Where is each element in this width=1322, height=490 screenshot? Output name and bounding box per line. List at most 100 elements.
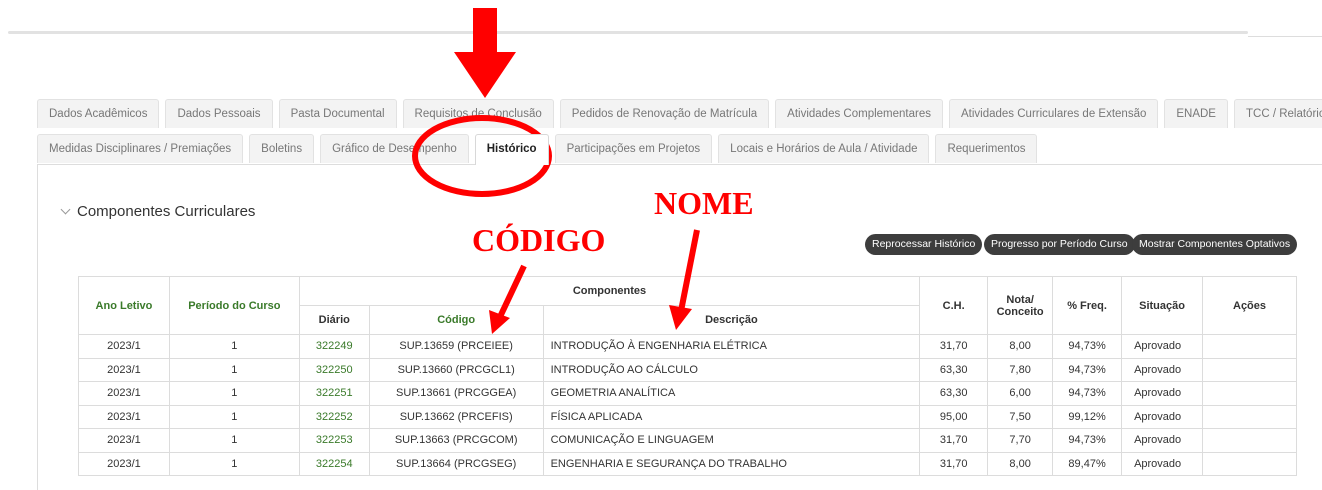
col-acoes: Ações <box>1202 276 1297 335</box>
tab-participacoes-projetos[interactable]: Participações em Projetos <box>554 134 713 163</box>
table-row: 2023/1 1 322250 SUP.13660 (PRCGCL1) INTR… <box>78 357 1297 382</box>
tab-dados-academicos[interactable]: Dados Acadêmicos <box>37 99 160 128</box>
col-periodo-curso[interactable]: Período do Curso <box>168 276 300 335</box>
cell-codigo: SUP.13662 (PRCEFIS) <box>368 404 544 429</box>
nome-annotation: NOME <box>654 185 754 221</box>
cell-freq: 94,73% <box>1052 381 1123 406</box>
cell-ch: 31,70 <box>919 451 989 476</box>
tab-pedidos-renovacao[interactable]: Pedidos de Renovação de Matrícula <box>559 99 770 128</box>
col-nota: Nota/ Conceito <box>987 276 1054 335</box>
tabs-row-2: Medidas Disciplinares / Premiações Bolet… <box>37 134 1038 165</box>
reprocess-history-button[interactable]: Reprocessar Histórico <box>865 234 983 255</box>
codigo-annotation: CÓDIGO <box>472 222 606 258</box>
tab-pasta-documental[interactable]: Pasta Documental <box>278 99 397 128</box>
cell-nota: 6,00 <box>987 381 1054 406</box>
cell-nota: 8,00 <box>987 451 1054 476</box>
cell-diario-link[interactable]: 322251 <box>298 381 370 406</box>
tab-locais-horarios[interactable]: Locais e Horários de Aula / Atividade <box>718 134 930 163</box>
cell-periodo: 1 <box>168 428 300 453</box>
cell-nota: 7,50 <box>987 404 1054 429</box>
tab-atividades-extensao[interactable]: Atividades Curriculares de Extensão <box>948 99 1159 128</box>
cell-codigo: SUP.13659 (PRCEIEE) <box>368 334 544 359</box>
cell-ch: 63,30 <box>919 357 989 382</box>
section-title: Componentes Curriculares <box>77 203 256 220</box>
cell-ano: 2023/1 <box>78 334 170 359</box>
cell-acoes <box>1202 381 1297 406</box>
cell-ch: 31,70 <box>919 428 989 453</box>
cell-descricao: GEOMETRIA ANALÍTICA <box>542 381 921 406</box>
cell-acoes <box>1202 404 1297 429</box>
cell-periodo: 1 <box>168 381 300 406</box>
cell-situacao: Aprovado <box>1121 381 1204 406</box>
cell-nota: 8,00 <box>987 334 1054 359</box>
cell-diario-link[interactable]: 322253 <box>298 428 370 453</box>
cell-acoes <box>1202 357 1297 382</box>
top-divider-right <box>1248 36 1322 37</box>
cell-descricao: INTRODUÇÃO AO CÁLCULO <box>542 357 921 382</box>
cell-descricao: ENGENHARIA E SEGURANÇA DO TRABALHO <box>542 451 921 476</box>
tab-medidas-disciplinares[interactable]: Medidas Disciplinares / Premiações <box>37 134 244 163</box>
cell-ano: 2023/1 <box>78 404 170 429</box>
cell-ano: 2023/1 <box>78 428 170 453</box>
tab-boletins[interactable]: Boletins <box>249 134 315 163</box>
cell-codigo: SUP.13661 (PRCGGEA) <box>368 381 544 406</box>
table-row: 2023/1 1 322253 SUP.13663 (PRCGCOM) COMU… <box>78 428 1297 453</box>
progress-by-period-button[interactable]: Progresso por Período Curso <box>984 234 1135 255</box>
cell-ano: 2023/1 <box>78 381 170 406</box>
col-situacao: Situação <box>1121 276 1204 335</box>
col-ch: C.H. <box>919 276 989 335</box>
tab-historico[interactable]: Histórico <box>474 134 549 165</box>
cell-situacao: Aprovado <box>1121 451 1204 476</box>
cell-periodo: 1 <box>168 334 300 359</box>
col-descricao: Descrição <box>542 305 921 335</box>
cell-codigo: SUP.13664 (PRCGSEG) <box>368 451 544 476</box>
table-row: 2023/1 1 322249 SUP.13659 (PRCEIEE) INTR… <box>78 334 1297 359</box>
history-table: Ano Letivo Período do Curso Componentes … <box>78 276 1297 476</box>
cell-periodo: 1 <box>168 357 300 382</box>
col-group-componentes: Componentes <box>298 276 921 306</box>
cell-ch: 31,70 <box>919 334 989 359</box>
cell-situacao: Aprovado <box>1121 334 1204 359</box>
cell-situacao: Aprovado <box>1121 428 1204 453</box>
cell-descricao: INTRODUÇÃO À ENGENHARIA ELÉTRICA <box>542 334 921 359</box>
col-diario: Diário <box>298 305 370 335</box>
show-optional-components-button[interactable]: Mostrar Componentes Optativos <box>1132 234 1298 255</box>
cell-codigo: SUP.13663 (PRCGCOM) <box>368 428 544 453</box>
down-arrow-icon <box>454 8 516 98</box>
tab-tcc-relatorios[interactable]: TCC / Relatórios <box>1233 99 1322 128</box>
cell-diario-link[interactable]: 322254 <box>298 451 370 476</box>
top-divider <box>8 31 1248 34</box>
cell-diario-link[interactable]: 322252 <box>298 404 370 429</box>
tab-requerimentos[interactable]: Requerimentos <box>935 134 1038 163</box>
col-codigo[interactable]: Código <box>368 305 544 335</box>
tab-enade[interactable]: ENADE <box>1164 99 1228 128</box>
cell-ano: 2023/1 <box>78 451 170 476</box>
cell-situacao: Aprovado <box>1121 404 1204 429</box>
cell-freq: 94,73% <box>1052 357 1123 382</box>
cell-acoes <box>1202 334 1297 359</box>
cell-codigo: SUP.13660 (PRCGCL1) <box>368 357 544 382</box>
cell-freq: 89,47% <box>1052 451 1123 476</box>
section-header[interactable]: Componentes Curriculares <box>60 203 256 220</box>
col-freq: % Freq. <box>1052 276 1123 335</box>
cell-diario-link[interactable]: 322250 <box>298 357 370 382</box>
cell-diario-link[interactable]: 322249 <box>298 334 370 359</box>
tabs-row-1: Dados Acadêmicos Dados Pessoais Pasta Do… <box>37 99 1322 128</box>
cell-ano: 2023/1 <box>78 357 170 382</box>
tab-grafico-desempenho[interactable]: Gráfico de Desempenho <box>320 134 469 163</box>
col-ano-letivo[interactable]: Ano Letivo <box>78 276 170 335</box>
table-row: 2023/1 1 322251 SUP.13661 (PRCGGEA) GEOM… <box>78 381 1297 406</box>
cell-freq: 94,73% <box>1052 334 1123 359</box>
cell-ch: 95,00 <box>919 404 989 429</box>
table-row: 2023/1 1 322252 SUP.13662 (PRCEFIS) FÍSI… <box>78 404 1297 429</box>
cell-periodo: 1 <box>168 451 300 476</box>
tab-requisitos-conclusao[interactable]: Requisitos de Conclusão <box>402 99 554 128</box>
cell-acoes <box>1202 428 1297 453</box>
chevron-down-icon <box>60 204 71 215</box>
cell-situacao: Aprovado <box>1121 357 1204 382</box>
tab-dados-pessoais[interactable]: Dados Pessoais <box>165 99 273 128</box>
cell-periodo: 1 <box>168 404 300 429</box>
table-row: 2023/1 1 322254 SUP.13664 (PRCGSEG) ENGE… <box>78 451 1297 476</box>
tab-atividades-complementares[interactable]: Atividades Complementares <box>775 99 943 128</box>
cell-acoes <box>1202 451 1297 476</box>
